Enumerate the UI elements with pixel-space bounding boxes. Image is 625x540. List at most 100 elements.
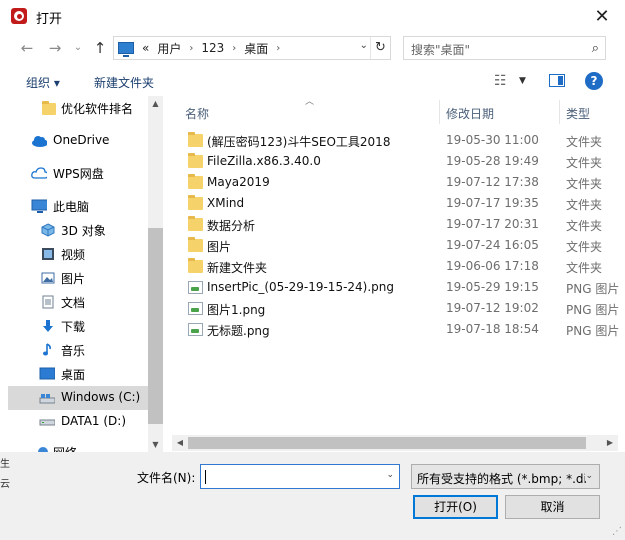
file-date: 19-07-17 20:31 — [446, 217, 539, 231]
recent-locations-button[interactable]: ⌄ — [68, 38, 88, 58]
text-caret — [205, 470, 206, 484]
sidebar-item-label: 文档 — [61, 296, 86, 310]
column-divider[interactable] — [439, 100, 440, 124]
sidebar-item-label: 下载 — [61, 320, 86, 334]
sidebar-item-downloads[interactable]: 下载 — [8, 314, 148, 338]
breadcrumb-separator[interactable]: › — [276, 43, 280, 54]
list-item[interactable]: 无标题.png 19-07-18 18:54 PNG 图片 — [172, 319, 625, 340]
chevron-down-icon[interactable]: ⌄ — [585, 471, 593, 481]
file-name: (解压密码123)斗牛SEO工具2018 — [207, 135, 391, 149]
address-bar[interactable]: « 用户 › 123 › 桌面 › ⌄ ↻ — [113, 36, 391, 60]
list-item[interactable]: XMind 19-07-17 19:35 文件夹 — [172, 193, 625, 214]
sidebar-item-drive-c[interactable]: Windows (C:) — [8, 386, 148, 410]
cube-icon — [41, 223, 55, 237]
sidebar-item-label: 音乐 — [61, 344, 86, 358]
scrollbar-thumb[interactable] — [188, 437, 586, 449]
scroll-up-button[interactable]: ▲ — [148, 96, 163, 111]
file-type-filter-select[interactable]: 所有受支持的格式 (*.bmp; *.di ⌄ — [411, 464, 600, 489]
sidebar-item-label: 网络 — [53, 444, 77, 452]
navigation-pane: 优化软件排名 OneDrive WPS网盘 此电脑 3D 对象 视频 图片 文档… — [8, 96, 163, 452]
filename-input[interactable]: ⌄ — [200, 464, 400, 489]
file-name: InsertPic_(05-29-19-15-24).png — [207, 280, 395, 294]
folder-icon — [188, 153, 203, 168]
file-name: XMind — [207, 196, 245, 210]
computer-icon — [118, 42, 134, 57]
scroll-right-button[interactable]: ▶ — [602, 435, 618, 451]
sidebar-item-pictures[interactable]: 图片 — [8, 266, 148, 290]
image-file-icon — [188, 281, 203, 294]
list-item[interactable]: 数据分析 19-07-17 20:31 文件夹 — [172, 214, 625, 235]
file-type: PNG 图片 — [566, 303, 620, 317]
close-button[interactable]: ✕ — [579, 0, 625, 32]
new-folder-button[interactable]: 新建文件夹 — [94, 74, 154, 91]
folder-icon — [188, 132, 203, 147]
preview-pane-icon[interactable] — [549, 74, 565, 87]
refresh-button[interactable]: ↻ — [370, 37, 390, 59]
list-item[interactable]: InsertPic_(05-29-19-15-24).png 19-05-29 … — [172, 277, 625, 298]
filename-history-dropdown[interactable]: ⌄ — [386, 470, 394, 480]
list-item[interactable]: 图片 19-07-24 16:05 文件夹 — [172, 235, 625, 256]
file-date: 19-07-17 19:35 — [446, 196, 539, 210]
sidebar-item-optimize-ranking[interactable]: 优化软件排名 — [8, 96, 148, 120]
sidebar-item-desktop[interactable]: 桌面 — [8, 362, 148, 386]
breadcrumb-overflow[interactable]: « — [142, 41, 149, 55]
sidebar-item-label: Windows (C:) — [61, 390, 141, 404]
column-header-type[interactable]: 类型 — [566, 105, 590, 122]
search-icon[interactable]: ⌕ — [592, 41, 599, 56]
search-placeholder: 搜索"桌面" — [411, 43, 471, 57]
file-type: 文件夹 — [566, 135, 603, 149]
search-input[interactable]: 搜索"桌面" ⌕ — [403, 36, 606, 60]
column-header-name[interactable]: 名称 — [185, 105, 209, 122]
help-icon[interactable]: ? — [585, 72, 603, 90]
image-file-icon — [188, 302, 203, 315]
breadcrumb-separator[interactable]: › — [232, 43, 236, 54]
horizontal-scrollbar[interactable]: ◀ ▶ — [172, 435, 618, 451]
folder-icon — [188, 237, 203, 252]
breadcrumb-desktop[interactable]: 桌面 — [244, 40, 268, 57]
list-item[interactable]: FileZilla.x86.3.40.0 19-05-28 19:49 文件夹 — [172, 151, 625, 172]
sidebar-item-videos[interactable]: 视频 — [8, 242, 148, 266]
file-date: 19-07-12 19:02 — [446, 301, 539, 315]
file-name: 无标题.png — [207, 324, 270, 338]
list-item[interactable]: 图片1.png 19-07-12 19:02 PNG 图片 — [172, 298, 625, 319]
open-button[interactable]: 打开(O) — [413, 495, 498, 519]
resize-grip-icon[interactable]: ⋰ — [612, 526, 622, 537]
scroll-left-button[interactable]: ◀ — [172, 435, 188, 451]
sidebar-scrollbar[interactable]: ▲ ▼ — [148, 96, 163, 452]
folder-icon — [188, 174, 203, 189]
list-item[interactable]: 新建文件夹 19-06-06 17:18 文件夹 — [172, 256, 625, 277]
sort-indicator-icon: ︿ — [305, 97, 315, 107]
breadcrumb-users[interactable]: 用户 — [157, 40, 181, 57]
column-header-date[interactable]: 修改日期 — [446, 105, 494, 122]
column-divider[interactable] — [559, 100, 560, 124]
sidebar-item-drive-d[interactable]: DATA1 (D:) — [8, 410, 148, 434]
sidebar-item-onedrive[interactable]: OneDrive — [8, 129, 148, 153]
sidebar-item-wps-drive[interactable]: WPS网盘 — [8, 161, 148, 185]
sidebar-item-documents[interactable]: 文档 — [8, 290, 148, 314]
picture-icon — [41, 272, 55, 284]
organize-menu-button[interactable]: 组织 ▾ — [26, 74, 60, 91]
scrollbar-thumb[interactable] — [148, 228, 163, 424]
sidebar-item-network[interactable]: 网络 — [8, 440, 148, 452]
file-type: 文件夹 — [566, 177, 603, 191]
cancel-button[interactable]: 取消 — [505, 495, 600, 519]
breadcrumb-123[interactable]: 123 — [201, 41, 224, 55]
forward-button[interactable]: → — [45, 38, 65, 58]
view-options-icon[interactable]: ☷ — [494, 73, 507, 89]
sidebar-item-3d-objects[interactable]: 3D 对象 — [8, 218, 148, 242]
sidebar-item-label: WPS网盘 — [53, 167, 104, 181]
back-button[interactable]: ← — [17, 38, 37, 58]
edge-text: 云 — [0, 479, 10, 490]
view-dropdown-button[interactable]: ▼ — [519, 76, 526, 86]
list-item[interactable]: Maya2019 19-07-12 17:38 文件夹 — [172, 172, 625, 193]
filename-label: 文件名(N): — [137, 471, 196, 485]
folder-icon — [188, 216, 203, 231]
scroll-down-button[interactable]: ▼ — [148, 437, 163, 452]
up-button[interactable]: ↑ — [90, 38, 110, 58]
address-dropdown-button[interactable]: ⌄ — [360, 40, 368, 51]
list-item[interactable]: (解压密码123)斗牛SEO工具2018 19-05-30 11:00 文件夹 — [172, 130, 625, 151]
file-date: 19-05-28 19:49 — [446, 154, 539, 168]
sidebar-item-this-pc[interactable]: 此电脑 — [8, 194, 148, 218]
sidebar-item-music[interactable]: 音乐 — [8, 338, 148, 362]
breadcrumb-separator[interactable]: › — [189, 43, 193, 54]
